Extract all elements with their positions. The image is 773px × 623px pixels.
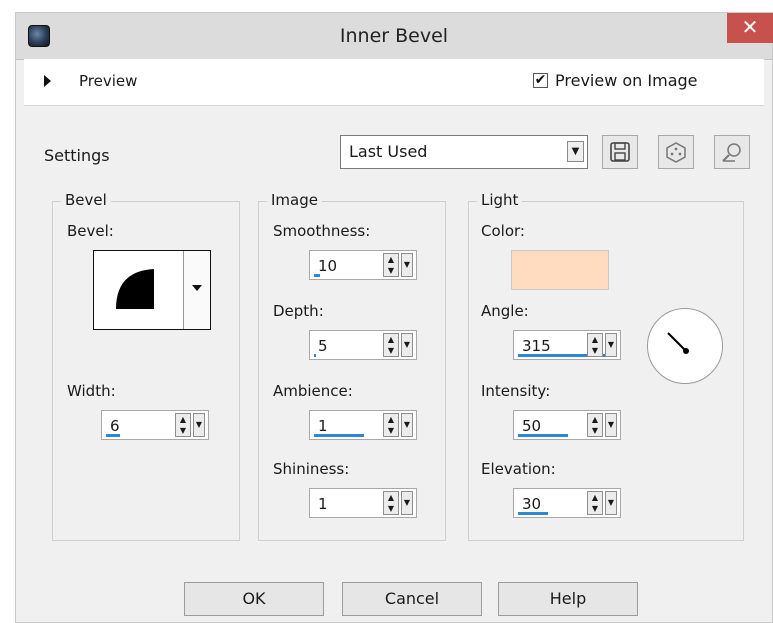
- angle-up-down-arrows-icon[interactable]: ▲ ▼: [587, 333, 603, 357]
- depth-spinner[interactable]: 5 ▲ ▼ ▼: [309, 330, 417, 360]
- smoothness-dropdown-icon[interactable]: ▼: [401, 253, 413, 277]
- depth-slider-bar[interactable]: [314, 354, 316, 357]
- elevation-spinner[interactable]: 30 ▲ ▼ ▼: [513, 488, 621, 518]
- bevel-group-title: Bevel: [61, 191, 111, 209]
- help-button[interactable]: Help: [498, 582, 638, 616]
- depth-value: 5: [318, 337, 328, 355]
- width-dropdown-icon[interactable]: ▼: [193, 413, 205, 437]
- dialog-body: Preview ✔ Preview on Image Settings Last…: [24, 59, 764, 619]
- shininess-spinner[interactable]: 1 ▲ ▼ ▼: [309, 488, 417, 518]
- bevel-group: Bevel Bevel: Width: 6 ▲ ▼ ▼: [52, 191, 240, 541]
- angle-dial[interactable]: [647, 308, 723, 384]
- preview-on-image-checkbox[interactable]: ✔: [533, 73, 548, 88]
- bevel-shape-label: Bevel:: [67, 222, 114, 240]
- intensity-value: 50: [522, 417, 542, 435]
- angle-value: 315: [522, 337, 551, 355]
- depth-label: Depth:: [273, 302, 324, 320]
- light-group-title: Light: [477, 191, 523, 209]
- elevation-up-down-arrows-icon[interactable]: ▲ ▼: [587, 491, 603, 515]
- intensity-spinner[interactable]: 50 ▲ ▼ ▼: [513, 410, 621, 440]
- smoothness-slider-bar[interactable]: [314, 274, 320, 277]
- cancel-button[interactable]: Cancel: [342, 582, 482, 616]
- smoothness-spinner[interactable]: 10 ▲ ▼ ▼: [309, 250, 417, 280]
- angle-label: Angle:: [481, 302, 529, 320]
- elevation-dropdown-icon[interactable]: ▼: [605, 491, 617, 515]
- image-group-title: Image: [267, 191, 322, 209]
- ambience-dropdown-icon[interactable]: ▼: [401, 413, 413, 437]
- width-up-down-arrows-icon[interactable]: ▲ ▼: [175, 413, 191, 437]
- shininess-value: 1: [318, 495, 328, 513]
- save-preset-button[interactable]: [602, 135, 638, 169]
- width-value: 6: [110, 417, 120, 435]
- preview-bar: Preview ✔ Preview on Image: [24, 59, 764, 106]
- width-label: Width:: [67, 382, 116, 400]
- depth-dropdown-icon[interactable]: ▼: [401, 333, 413, 357]
- preset-dropdown[interactable]: Last Used ▼: [340, 135, 588, 169]
- smoothness-value: 10: [318, 257, 338, 275]
- intensity-dropdown-icon[interactable]: ▼: [605, 413, 617, 437]
- title-bar: Inner Bevel ✕: [16, 13, 773, 60]
- elevation-value: 30: [522, 495, 542, 513]
- manage-presets-icon: [721, 143, 743, 168]
- shininess-up-down-arrows-icon[interactable]: ▲ ▼: [383, 491, 399, 515]
- chevron-down-icon[interactable]: ▼: [567, 141, 584, 162]
- chevron-down-icon: [192, 285, 202, 291]
- shininess-label: Shininess:: [273, 460, 350, 478]
- shininess-dropdown-icon[interactable]: ▼: [401, 491, 413, 515]
- intensity-slider-bar[interactable]: [518, 434, 568, 437]
- save-preset-icon: [609, 142, 631, 168]
- depth-up-down-arrows-icon[interactable]: ▲ ▼: [383, 333, 399, 357]
- reset-dice-icon: [665, 142, 687, 168]
- ambience-spinner[interactable]: 1 ▲ ▼ ▼: [309, 410, 417, 440]
- width-spinner[interactable]: 6 ▲ ▼ ▼: [101, 410, 209, 440]
- preset-value: Last Used: [349, 142, 428, 161]
- bevel-shape-preview-icon: [116, 269, 154, 309]
- close-button[interactable]: ✕: [727, 13, 773, 43]
- ambience-value: 1: [318, 417, 328, 435]
- intensity-label: Intensity:: [481, 382, 551, 400]
- angle-dial-needle-icon: [667, 332, 689, 354]
- image-group: Image Smoothness: 10 ▲ ▼ ▼ Depth: 5 ▲ ▼ ▼ …: [258, 191, 446, 541]
- ambience-up-down-arrows-icon[interactable]: ▲ ▼: [383, 413, 399, 437]
- preview-on-image-label: Preview on Image: [555, 71, 698, 90]
- expand-arrow-icon[interactable]: [44, 75, 51, 87]
- preview-toggle[interactable]: Preview: [79, 72, 137, 90]
- light-color-swatch[interactable]: [511, 250, 609, 290]
- inner-bevel-dialog: Inner Bevel ✕ Preview ✔ Preview on Image…: [15, 12, 773, 623]
- elevation-label: Elevation:: [481, 460, 556, 478]
- ok-button[interactable]: OK: [184, 582, 324, 616]
- light-group: Light Color: Angle: 315 ▲▼ ▼ Intensity:: [468, 191, 744, 541]
- ambience-label: Ambience:: [273, 382, 353, 400]
- light-color-label: Color:: [481, 222, 525, 240]
- window-title: Inner Bevel: [339, 25, 449, 47]
- bevel-shape-picker[interactable]: [93, 250, 211, 330]
- settings-label: Settings: [44, 146, 110, 165]
- manage-presets-button[interactable]: [714, 135, 750, 169]
- reset-button[interactable]: [658, 135, 694, 169]
- elevation-slider-bar[interactable]: [518, 512, 548, 515]
- angle-dropdown-icon[interactable]: ▼: [605, 333, 617, 357]
- intensity-up-down-arrows-icon[interactable]: ▲ ▼: [587, 413, 603, 437]
- bevel-shape-dropdown[interactable]: [183, 251, 210, 329]
- smoothness-label: Smoothness:: [273, 222, 371, 240]
- width-slider-bar[interactable]: [106, 434, 120, 437]
- angle-spinner[interactable]: 315 ▲ ▼ ▼: [513, 330, 621, 360]
- ambience-slider-bar[interactable]: [314, 434, 364, 437]
- smoothness-up-down-arrows-icon[interactable]: ▲ ▼: [383, 253, 399, 277]
